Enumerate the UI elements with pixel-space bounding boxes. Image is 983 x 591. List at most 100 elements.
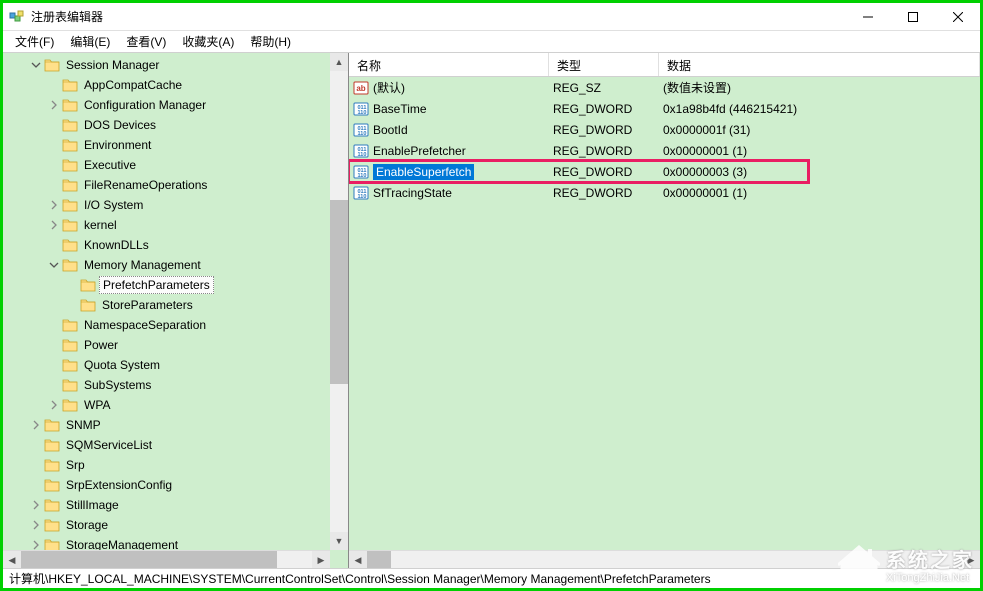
tree-node[interactable]: WPA [3,395,348,415]
tree-horizontal-scrollbar[interactable]: ◀ ▶ [3,550,330,568]
cell-name: 011110SfTracingState [349,183,549,203]
titlebar: 注册表编辑器 [3,3,980,31]
list-row[interactable]: 011110EnableSuperfetchREG_DWORD0x0000000… [349,161,980,182]
maximize-button[interactable] [890,3,935,31]
chevron-right-icon[interactable] [29,538,43,550]
tree-node-label: Executive [81,157,139,173]
chevron-right-icon[interactable] [29,518,43,532]
folder-icon [62,318,78,332]
column-header-type[interactable]: 类型 [549,53,659,76]
tree-node[interactable]: NamespaceSeparation [3,315,348,335]
folder-icon [44,518,60,532]
folder-icon [62,378,78,392]
list-row[interactable]: 011110SfTracingStateREG_DWORD0x00000001 … [349,182,980,203]
chevron-right-icon[interactable] [47,198,61,212]
tree-node-label: SubSystems [81,377,154,393]
chevron-right-icon[interactable] [47,218,61,232]
tree-node[interactable]: SubSystems [3,375,348,395]
tree-node-label: Storage [63,517,111,533]
tree-node[interactable]: SQMServiceList [3,435,348,455]
tree-scroll[interactable]: Session Manager AppCompatCache Configurati… [3,53,348,550]
folder-icon [44,58,60,72]
folder-icon [62,78,78,92]
tree-node-label: I/O System [81,197,146,213]
minimize-button[interactable] [845,3,890,31]
chevron-right-icon[interactable] [47,398,61,412]
column-header-name[interactable]: 名称 [349,53,549,76]
tree-node[interactable]: Quota System [3,355,348,375]
tree-node[interactable]: FileRenameOperations [3,175,348,195]
cell-type: REG_SZ [549,79,659,97]
main-area: Session Manager AppCompatCache Configurati… [3,53,980,568]
svg-text:110: 110 [358,173,367,179]
tree-node[interactable]: Storage [3,515,348,535]
scroll-right-icon[interactable]: ▶ [312,551,330,568]
tree-node[interactable]: Session Manager [3,55,348,75]
tree-node-label: DOS Devices [81,117,159,133]
tree-vertical-scrollbar[interactable]: ▲ ▼ [330,53,348,550]
list-row[interactable]: ab(默认)REG_SZ(数值未设置) [349,77,980,98]
cell-data: 0x1a98b4fd (446215421) [659,100,980,118]
tree-node[interactable]: SrpExtensionConfig [3,475,348,495]
chevron-right-icon[interactable] [47,98,61,112]
list-row[interactable]: 011110EnablePrefetcherREG_DWORD0x0000000… [349,140,980,161]
cell-data: 0x00000003 (3) [659,163,980,181]
tree-node-label: Session Manager [63,57,162,73]
folder-icon [62,338,78,352]
folder-icon [44,438,60,452]
tree-node[interactable]: StillImage [3,495,348,515]
tree-node-label: KnownDLLs [81,237,152,253]
list-row[interactable]: 011110BootIdREG_DWORD0x0000001f (31) [349,119,980,140]
chevron-right-icon[interactable] [29,418,43,432]
cell-type: REG_DWORD [549,100,659,118]
folder-icon [62,258,78,272]
menu-favorites[interactable]: 收藏夹(A) [174,31,242,52]
tree-node[interactable]: kernel [3,215,348,235]
scroll-left-icon[interactable]: ◀ [3,551,21,568]
reg-dword-icon: 011110 [353,143,369,159]
folder-icon [44,538,60,550]
tree-node[interactable]: Environment [3,135,348,155]
chevron-down-icon[interactable] [29,58,43,72]
menu-help[interactable]: 帮助(H) [242,31,299,52]
chevron-right-icon[interactable] [29,498,43,512]
window-title: 注册表编辑器 [31,8,845,25]
tree-node-label: Srp [63,457,88,473]
tree-node[interactable]: AppCompatCache [3,75,348,95]
list-pane: 名称 类型 数据 ab(默认)REG_SZ(数值未设置)011110BaseTi… [349,53,980,568]
column-header-data[interactable]: 数据 [659,53,980,76]
folder-icon [62,398,78,412]
menu-view[interactable]: 查看(V) [118,31,174,52]
tree-node[interactable]: KnownDLLs [3,235,348,255]
tree-node[interactable]: Srp [3,455,348,475]
tree-node-label: PrefetchParameters [99,276,214,294]
cell-type: REG_DWORD [549,163,659,181]
tree-node[interactable]: PrefetchParameters [3,275,348,295]
list-horizontal-scrollbar[interactable]: ◀ ▶ [349,550,980,568]
menu-file[interactable]: 文件(F) [7,31,62,52]
tree-node[interactable]: Power [3,335,348,355]
menu-edit[interactable]: 编辑(E) [62,31,118,52]
close-button[interactable] [935,3,980,31]
scroll-up-icon[interactable]: ▲ [330,53,348,71]
tree-node[interactable]: I/O System [3,195,348,215]
tree-node[interactable]: SNMP [3,415,348,435]
chevron-down-icon[interactable] [47,258,61,272]
tree-node[interactable]: Configuration Manager [3,95,348,115]
statusbar-path: 计算机\HKEY_LOCAL_MACHINE\SYSTEM\CurrentCon… [9,570,711,587]
scroll-right-icon[interactable]: ▶ [962,551,980,568]
tree-node[interactable]: DOS Devices [3,115,348,135]
tree-node[interactable]: Executive [3,155,348,175]
list-row[interactable]: 011110BaseTimeREG_DWORD0x1a98b4fd (44621… [349,98,980,119]
tree-node-label: Configuration Manager [81,97,209,113]
tree-node[interactable]: StorageManagement [3,535,348,550]
scroll-down-icon[interactable]: ▼ [330,532,348,550]
tree-node-label: SQMServiceList [63,437,155,453]
scroll-left-icon[interactable]: ◀ [349,551,367,568]
svg-text:110: 110 [358,110,367,116]
tree-node[interactable]: Memory Management [3,255,348,275]
tree-node-label: StorageManagement [63,537,181,550]
list-body[interactable]: ab(默认)REG_SZ(数值未设置)011110BaseTimeREG_DWO… [349,77,980,550]
folder-icon [80,278,96,292]
tree-node[interactable]: StoreParameters [3,295,348,315]
